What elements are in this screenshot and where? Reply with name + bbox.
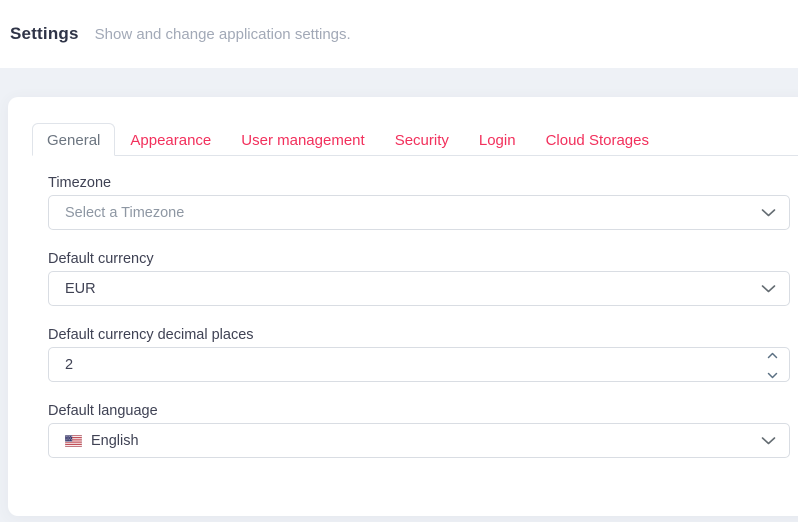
tab-security[interactable]: Security	[380, 123, 464, 156]
stepper-down-button[interactable]	[767, 367, 778, 382]
chevron-down-icon	[761, 436, 776, 445]
tab-login[interactable]: Login	[464, 123, 531, 156]
currency-field-group: Default currency EUR	[48, 251, 790, 306]
tab-appearance[interactable]: Appearance	[115, 123, 226, 156]
page-subtitle: Show and change application settings.	[95, 26, 351, 43]
tab-cloud-storages[interactable]: Cloud Storages	[531, 123, 664, 156]
timezone-select[interactable]: Select a Timezone	[48, 195, 790, 230]
chevron-down-icon	[761, 208, 776, 217]
timezone-placeholder: Select a Timezone	[65, 205, 184, 221]
chevron-down-icon	[761, 284, 776, 293]
decimal-places-value: 2	[65, 357, 73, 373]
stepper-up-button[interactable]	[767, 347, 778, 362]
language-select[interactable]: English	[48, 423, 790, 458]
us-flag-icon	[65, 435, 82, 447]
tab-panel-general: Timezone Select a Timezone Default curre…	[32, 156, 798, 458]
tab-general[interactable]: General	[32, 123, 115, 156]
currency-value: EUR	[65, 281, 96, 297]
settings-card: General Appearance User management Secur…	[8, 97, 798, 516]
language-field-group: Default language	[48, 403, 790, 458]
timezone-label: Timezone	[48, 175, 790, 191]
settings-tabs: General Appearance User management Secur…	[32, 123, 798, 156]
language-value: English	[91, 433, 139, 449]
decimal-places-label: Default currency decimal places	[48, 327, 790, 343]
language-label: Default language	[48, 403, 790, 419]
chevron-up-icon	[767, 347, 778, 362]
currency-label: Default currency	[48, 251, 790, 267]
currency-select[interactable]: EUR	[48, 271, 790, 306]
number-stepper	[767, 348, 778, 381]
tab-user-management[interactable]: User management	[226, 123, 379, 156]
timezone-field-group: Timezone Select a Timezone	[48, 175, 790, 230]
decimal-places-field-group: Default currency decimal places 2	[48, 327, 790, 382]
chevron-down-icon	[767, 367, 778, 382]
page-title: Settings	[10, 24, 79, 44]
decimal-places-input[interactable]: 2	[48, 347, 790, 382]
page-header: Settings Show and change application set…	[0, 0, 798, 68]
